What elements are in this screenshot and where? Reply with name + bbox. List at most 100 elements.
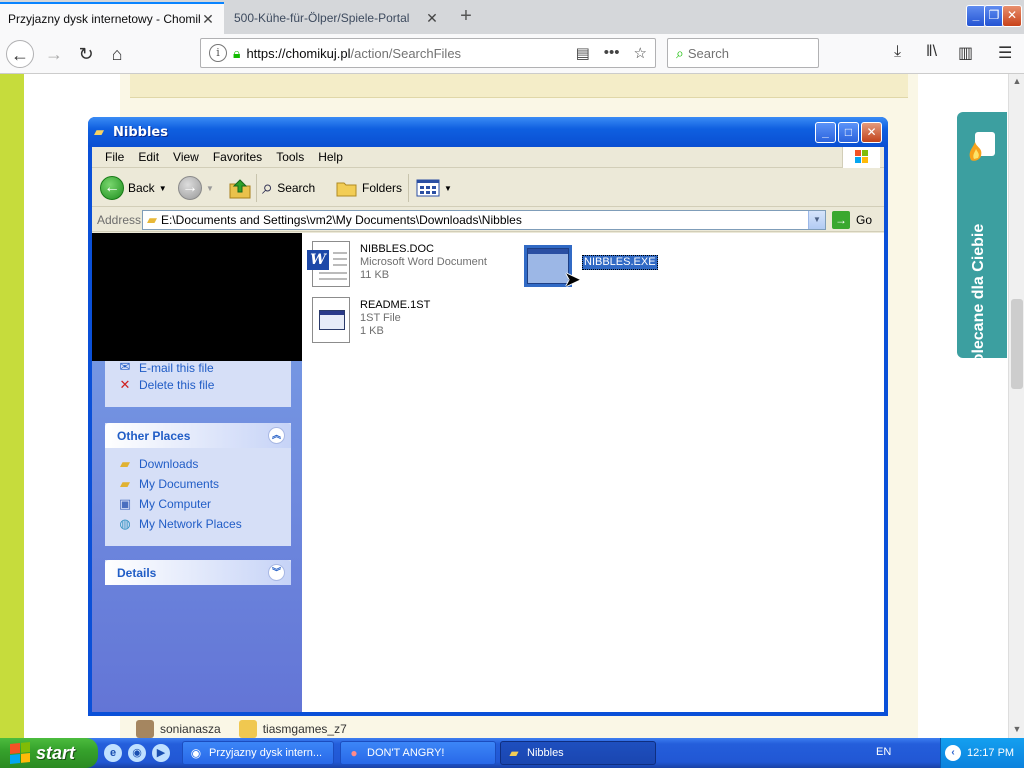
reader-view-icon[interactable]: ▤ xyxy=(576,44,590,62)
go-button[interactable]: → Go xyxy=(832,211,872,229)
menu-favorites[interactable]: Favorites xyxy=(206,150,269,164)
task-button-nibbles[interactable]: ▰ Nibbles xyxy=(500,741,656,765)
minimize-button[interactable]: _ xyxy=(966,5,986,27)
up-folder-button[interactable] xyxy=(228,175,252,201)
file-tasks-panel: ✉ E-mail this file ✕ Delete this file xyxy=(105,361,291,407)
start-button[interactable]: start xyxy=(0,738,98,768)
place-downloads[interactable]: ▰ Downloads xyxy=(105,454,291,474)
system-tray: ‹ 12:17 PM xyxy=(940,738,1024,768)
chevron-up-icon[interactable]: ︽ xyxy=(268,427,285,444)
file-size: 1 KB xyxy=(360,325,384,337)
menu-icon[interactable]: ☰ xyxy=(998,43,1012,63)
file-type: 1ST File xyxy=(360,312,401,324)
forward-button[interactable]: → ▼ xyxy=(178,175,214,201)
explorer-toolbar: ← Back ▼ → ▼ ⌕ Search Folders ▼ xyxy=(92,169,884,207)
folders-button[interactable]: Folders xyxy=(336,175,402,201)
address-label: Address xyxy=(97,213,142,227)
address-dropdown-button[interactable]: ▼ xyxy=(808,211,825,229)
explorer-title-bar[interactable]: ▰ Nibbles _ □ ✕ xyxy=(88,117,888,147)
browser-nav-bar: ← → ↻ ⌂ i 🔒︎ https://chomikuj.pl/action/… xyxy=(0,34,1024,74)
browser-icon[interactable]: ◉ xyxy=(128,744,146,762)
task-button-firefox[interactable]: ◉ Przyjazny dysk intern... xyxy=(182,741,334,765)
forward-button[interactable]: → xyxy=(40,40,68,68)
folder-icon: ▰ xyxy=(94,124,104,139)
chevron-left-icon[interactable]: ‹ xyxy=(945,745,961,761)
page-actions-icon[interactable]: ••• xyxy=(604,44,620,62)
chevron-down-icon[interactable]: ▼ xyxy=(444,184,452,193)
address-input[interactable]: ▰ E:\Documents and Settings\vm2\My Docum… xyxy=(142,210,826,230)
user-item[interactable]: tiasmgames_z7 xyxy=(238,720,347,738)
address-bar: Address ▰ E:\Documents and Settings\vm2\… xyxy=(92,208,884,232)
scroll-up-icon[interactable]: ▲ xyxy=(1011,76,1023,86)
menu-file[interactable]: File xyxy=(98,150,131,164)
browser-tab-chomikuj[interactable]: Przyjazny dysk internetowy - Chomikuj ✕ xyxy=(0,2,224,34)
back-label: Back xyxy=(128,181,155,195)
back-button[interactable]: ← Back ▼ xyxy=(100,175,167,201)
sidebar-icon[interactable]: ▥ xyxy=(958,43,973,63)
search-button[interactable]: ⌕ Search xyxy=(262,175,315,201)
file-list: W NIBBLES.DOC Microsoft Word Document 11… xyxy=(302,233,884,712)
url-path: /action/SearchFiles xyxy=(350,45,462,61)
folders-icon xyxy=(336,182,357,197)
info-icon[interactable]: i xyxy=(209,44,227,62)
internet-explorer-icon[interactable]: e xyxy=(104,744,122,762)
network-icon: ◍ xyxy=(119,516,131,531)
address-path: E:\Documents and Settings\vm2\My Documen… xyxy=(161,213,522,227)
chevron-down-icon[interactable]: ▼ xyxy=(159,184,167,193)
minimize-button[interactable]: _ xyxy=(815,122,836,143)
menu-bar: File Edit View Favorites Tools Help xyxy=(92,147,884,168)
maximize-button[interactable]: ❐ xyxy=(984,5,1004,27)
flame-icon xyxy=(969,132,995,161)
file-readme[interactable]: README.1ST 1ST File 1 KB xyxy=(308,297,430,343)
email-file-link[interactable]: ✉ E-mail this file xyxy=(105,361,291,375)
views-button[interactable]: ▼ xyxy=(416,175,452,201)
maximize-button[interactable]: □ xyxy=(838,122,859,143)
explorer-window: ▰ Nibbles _ □ ✕ File Edit View Favorites… xyxy=(88,117,888,716)
details-header[interactable]: Details ︾ xyxy=(105,560,291,585)
url-bar[interactable]: i 🔒︎ https://chomikuj.pl/action/SearchFi… xyxy=(200,38,656,68)
chevron-down-icon[interactable]: ︾ xyxy=(268,564,285,581)
browser-tab-spiele[interactable]: 500-Kühe-für-Ölper/Spiele-Portal ✕ xyxy=(226,2,448,34)
other-places-header[interactable]: Other Places ︽ xyxy=(105,423,291,448)
file-nibbles-exe[interactable]: NIBBLES.EXE ➤ xyxy=(524,241,658,291)
delete-file-link[interactable]: ✕ Delete this file xyxy=(105,375,291,395)
scroll-down-icon[interactable]: ▼ xyxy=(1011,724,1023,734)
task-button-game[interactable]: ● DON'T ANGRY! xyxy=(340,741,496,765)
place-my-computer[interactable]: ▣ My Computer xyxy=(105,494,291,514)
download-icon[interactable]: ⤓ xyxy=(894,43,901,61)
menu-tools[interactable]: Tools xyxy=(269,150,311,164)
place-my-documents[interactable]: ▰ My Documents xyxy=(105,474,291,494)
chevron-down-icon[interactable]: ▼ xyxy=(206,184,214,193)
bookmark-star-icon[interactable]: ☆ xyxy=(634,44,647,62)
menu-edit[interactable]: Edit xyxy=(131,150,166,164)
place-my-network[interactable]: ◍ My Network Places xyxy=(105,514,291,534)
scrollbar-thumb[interactable] xyxy=(1011,299,1023,389)
home-button[interactable]: ⌂ xyxy=(103,40,131,68)
reload-button[interactable]: ↻ xyxy=(72,40,100,68)
user-item[interactable]: sonianasza xyxy=(136,720,221,738)
media-player-icon[interactable]: ▶ xyxy=(152,744,170,762)
video-overlay xyxy=(92,233,302,361)
recommended-promo-tab[interactable]: Polecane dla Ciebie xyxy=(957,112,1007,374)
clock[interactable]: 12:17 PM xyxy=(967,747,1014,759)
firefox-icon: ◉ xyxy=(190,746,202,760)
back-button[interactable]: ← xyxy=(6,40,34,68)
menu-help[interactable]: Help xyxy=(311,150,350,164)
search-input[interactable]: ⌕ Search xyxy=(667,38,819,68)
page-scrollbar[interactable]: ▲ ▼ xyxy=(1008,74,1024,738)
mouse-pointer-icon: ➤ xyxy=(564,269,581,291)
close-button[interactable]: ✕ xyxy=(861,122,882,143)
new-tab-button[interactable]: + xyxy=(454,5,478,29)
go-label: Go xyxy=(856,213,873,227)
menu-view[interactable]: View xyxy=(166,150,206,164)
file-type: Microsoft Word Document xyxy=(360,256,487,268)
toolbar-separator xyxy=(256,174,257,202)
file-nibbles-doc[interactable]: W NIBBLES.DOC Microsoft Word Document 11… xyxy=(307,241,487,287)
close-icon[interactable]: ✕ xyxy=(200,11,216,28)
close-window-button[interactable]: ✕ xyxy=(1002,5,1022,27)
language-indicator[interactable]: EN xyxy=(876,746,891,758)
email-file-label: E-mail this file xyxy=(139,361,214,375)
tab-title: Przyjazny dysk internetowy - Chomikuj xyxy=(8,12,200,26)
library-icon[interactable]: ‖\ xyxy=(926,43,937,61)
close-icon[interactable]: ✕ xyxy=(424,10,440,27)
